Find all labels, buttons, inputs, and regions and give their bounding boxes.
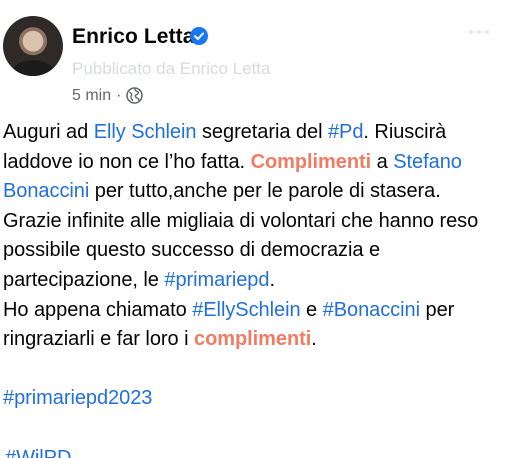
hashtag-wilpd[interactable]: #WilPD [3, 444, 503, 458]
published-by-label: Pubblicato da Enrico Letta [72, 59, 271, 78]
mention-elly-schlein[interactable]: Elly Schlein [94, 121, 197, 143]
verified-badge-icon [190, 27, 208, 45]
post-meta: 5 min · [72, 86, 144, 104]
text-segment: e [300, 298, 323, 321]
post-time[interactable]: 5 min [72, 87, 111, 104]
text-segment: segretaria del [196, 121, 328, 143]
hashtag-primariepd2023[interactable]: #primariepd2023 [3, 384, 503, 414]
text-segment: . [311, 328, 317, 351]
hashtag-pd[interactable]: #Pd [328, 121, 363, 143]
text-segment: a [371, 150, 394, 173]
text-segment: Auguri ad [3, 121, 94, 143]
meta-separator: · [116, 86, 122, 104]
more-options-icon[interactable] [463, 22, 495, 42]
hashtag-bonaccini[interactable]: #Bonaccini [323, 299, 420, 321]
post-text: Auguri ad Elly Schlein segretaria del #P… [3, 118, 503, 458]
post-paragraph-2: Ho appena chiamato #EllySchlein e #Bonac… [3, 296, 503, 355]
avatar[interactable] [3, 16, 63, 76]
text-segment: Ho appena chiamato [3, 298, 193, 321]
post-paragraph-1: Auguri ad Elly Schlein segretaria del #P… [3, 118, 503, 296]
text-segment: . [269, 268, 275, 291]
globe-icon[interactable] [126, 87, 144, 104]
highlight-complimenti-2: complimenti [194, 328, 312, 351]
author-name[interactable]: Enrico Letta [72, 26, 195, 47]
hashtag-primariepd[interactable]: #primariepd [164, 269, 269, 291]
hashtag-ellyschlein[interactable]: #EllySchlein [192, 299, 300, 321]
facebook-post: Enrico Letta Pubblicato da Enrico Letta … [0, 0, 507, 458]
highlight-complimenti: Complimenti [250, 150, 372, 173]
